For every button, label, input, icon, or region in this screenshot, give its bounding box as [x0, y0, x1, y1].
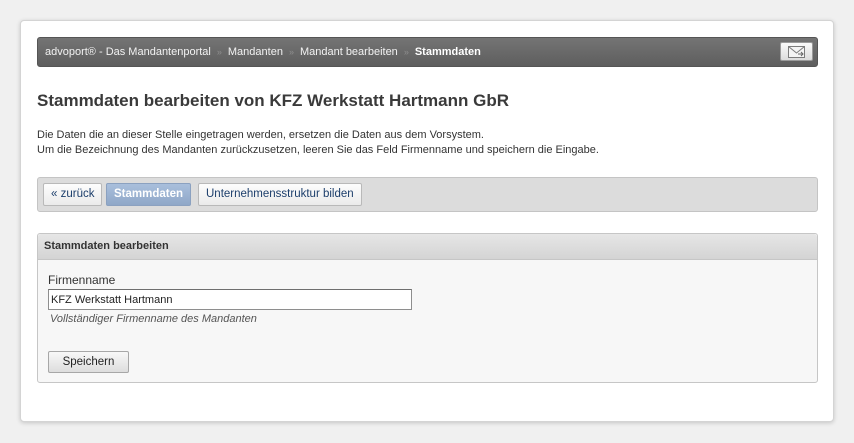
description-line-2: Um die Bezeichnung des Mandanten zurückz…: [37, 144, 599, 156]
top-navigation-bar: advoport® - Das Mandantenportal » Mandan…: [37, 37, 818, 67]
panel-title: Stammdaten bearbeiten: [38, 234, 817, 260]
save-button[interactable]: Speichern: [48, 351, 129, 373]
description-line-1: Die Daten die an dieser Stelle eingetrag…: [37, 129, 484, 141]
breadcrumb-separator: »: [288, 47, 294, 57]
breadcrumb-item-mandanten[interactable]: Mandanten: [228, 46, 283, 58]
mail-button[interactable]: [780, 42, 813, 61]
breadcrumb-item-current: Stammdaten: [414, 46, 481, 58]
page-title: Stammdaten bearbeiten von KFZ Werkstatt …: [37, 91, 509, 110]
breadcrumb-separator: »: [216, 47, 222, 57]
page-description: Die Daten die an dieser Stelle eingetrag…: [37, 128, 599, 158]
tab-stammdaten[interactable]: Stammdaten: [106, 183, 192, 206]
tab-bar: « zurück Stammdaten Unternehmensstruktur…: [37, 177, 818, 212]
main-card: advoport® - Das Mandantenportal » Mandan…: [20, 20, 834, 422]
breadcrumb-separator: »: [403, 47, 409, 57]
back-button[interactable]: « zurück: [43, 183, 103, 206]
breadcrumb-item-mandant-bearbeiten[interactable]: Mandant bearbeiten: [300, 46, 398, 58]
breadcrumb: advoport® - Das Mandantenportal » Mandan…: [45, 38, 481, 66]
tab-unternehmensstruktur[interactable]: Unternehmensstruktur bilden: [198, 183, 362, 206]
firmenname-input[interactable]: [48, 289, 412, 310]
mail-icon: [788, 45, 805, 58]
firmenname-label: Firmenname: [48, 273, 116, 287]
stammdaten-form-panel: Stammdaten bearbeiten Firmenname Vollstä…: [37, 233, 818, 383]
firmenname-hint: Vollständiger Firmenname des Mandanten: [50, 313, 257, 325]
breadcrumb-item-portal[interactable]: advoport® - Das Mandantenportal: [45, 46, 211, 58]
